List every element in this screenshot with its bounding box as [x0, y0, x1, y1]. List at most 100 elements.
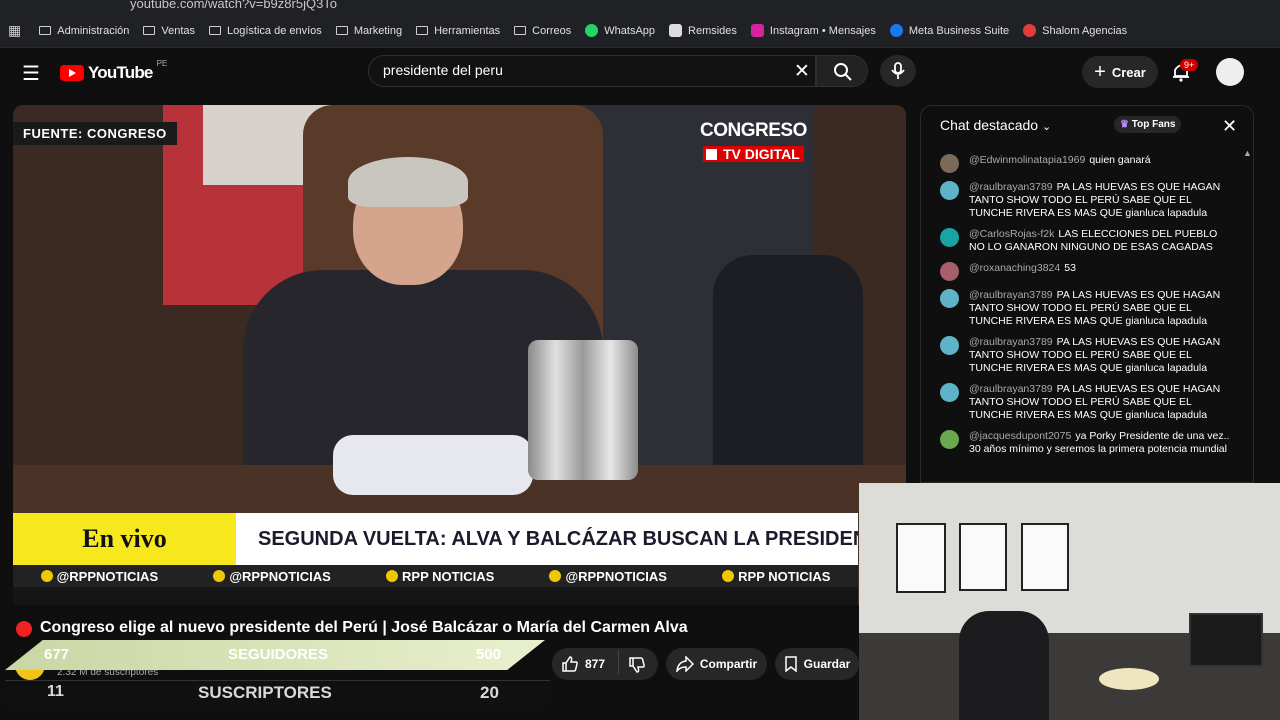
webcam-chair [959, 611, 1049, 720]
chat-avatar [940, 181, 959, 200]
chat-message: @raulbrayan3789 PA LAS HUEVAS ES QUE HAGA… [940, 289, 1230, 328]
webcam-picture-frame [896, 523, 946, 593]
social-handles-bar: @RPPNOTICIAS @RPPNOTICIAS RPP NOTICIAS @… [13, 565, 858, 587]
webcam-picture-frame [1021, 523, 1069, 591]
chat-avatar [940, 228, 959, 247]
chat-scroll-up-icon[interactable]: ▲ [1243, 148, 1252, 158]
clear-search-icon[interactable]: ✕ [794, 60, 810, 83]
chevron-down-icon: ⌄ [1041, 121, 1052, 133]
notification-badge: 9+ [1180, 59, 1199, 71]
chat-avatar [940, 430, 959, 449]
chat-message: @jacquesdupont2075 ya Porky Presidente de… [940, 430, 1230, 456]
subscribers-count: 11 [47, 683, 64, 700]
x-icon [213, 570, 226, 582]
address-bar[interactable]: youtube.com/watch?v=b9z8r5jQ3To [0, 0, 1280, 14]
bookmark-whatsapp[interactable]: WhatsApp [585, 24, 655, 37]
video-bottom-strip [13, 587, 858, 605]
video-ballots [333, 435, 533, 495]
close-chat-icon[interactable]: ✕ [1222, 116, 1237, 137]
webcam-plate [1099, 668, 1159, 690]
bookmark-logistica[interactable]: Logística de envíos [209, 25, 322, 37]
bookmark-instagram[interactable]: Instagram • Mensajes [750, 24, 876, 37]
search-value[interactable]: presidente del peru [383, 62, 503, 78]
chat-mode-selector[interactable]: Chat destacado ⌄ [940, 117, 1051, 133]
bookmark-shalom[interactable]: Shalom Agencias [1023, 24, 1127, 37]
chat-avatar [940, 262, 959, 281]
chat-message: @raulbrayan3789 PA LAS HUEVAS ES QUE HAGA… [940, 383, 1230, 422]
save-button[interactable]: Guardar [775, 648, 859, 680]
subscribers-label: SUSCRIPTORES [198, 683, 332, 702]
subscribers-target: 20 [480, 683, 499, 702]
video-person-hair [348, 157, 468, 207]
bookmark-ventas[interactable]: Ventas [143, 25, 195, 37]
source-label: FUENTE: CONGRESO [13, 122, 177, 145]
tiktok-handle: @RPPNOTICIAS [549, 569, 667, 584]
chat-message: @roxanaching3824 53 [940, 262, 1230, 281]
bookmark-remsides[interactable]: Remsides [669, 24, 737, 37]
url-text[interactable]: youtube.com/watch?v=b9z8r5jQ3To [130, 0, 337, 11]
user-avatar[interactable] [1216, 58, 1244, 86]
like-divider [618, 650, 619, 674]
search-button[interactable] [816, 55, 868, 87]
live-banner: En vivo [13, 513, 236, 565]
top-fans-badge[interactable]: ♛ Top Fans [1114, 116, 1182, 133]
live-indicator-icon [16, 621, 32, 637]
chat-message: @CarlosRojas-f2k LAS ELECCIONES DEL PUEBL… [940, 228, 1230, 254]
bookmark-icon [784, 656, 797, 672]
apps-grid-icon[interactable]: ▦ [8, 22, 21, 39]
video-title: Congreso elige al nuevo presidente del P… [40, 619, 688, 636]
tiktok-icon [549, 570, 562, 582]
like-icon[interactable] [561, 655, 579, 673]
webcam-picture-frame [959, 523, 1007, 591]
share-icon [675, 656, 694, 672]
facebook-handle: RPP NOTICIAS [386, 569, 494, 584]
instagram-icon [750, 24, 764, 37]
followers-label: SEGUIDORES [228, 646, 329, 663]
bookmark-administracion[interactable]: Administración [39, 25, 129, 37]
x-handle: @RPPNOTICIAS [213, 569, 331, 584]
plus-icon: + [1094, 60, 1106, 83]
video-silver-urn [528, 340, 638, 480]
like-count: 877 [585, 657, 606, 671]
bookmark-marketing[interactable]: Marketing [335, 25, 402, 37]
followers-count: 677 [44, 646, 70, 663]
shalom-icon [1023, 24, 1037, 37]
instagram-handle: @RPPNOTICIAS [40, 569, 158, 584]
folder-icon [335, 26, 348, 35]
voice-search-button[interactable] [880, 55, 916, 87]
chat-avatar [940, 154, 959, 173]
chat-message: @Edwinmolinatapia1969 quien ganará [940, 154, 1230, 173]
news-headline: SEGUNDA VUELTA: ALVA Y BALCÁZAR BUSCAN L… [236, 513, 858, 565]
chat-avatar [940, 289, 959, 308]
folder-icon [39, 26, 52, 35]
chat-avatar [940, 336, 959, 355]
chat-message: @raulbrayan3789 PA LAS HUEVAS ES QUE HAGA… [940, 336, 1230, 375]
chat-message: @raulbrayan3789 PA LAS HUEVAS ES QUE HAGA… [940, 181, 1230, 220]
share-button[interactable]: Compartir [666, 648, 767, 680]
chat-message-list: @Edwinmolinatapia1969 quien ganará @raulb… [940, 154, 1230, 464]
chat-avatar [940, 383, 959, 402]
youtube-icon [722, 570, 735, 582]
bookmark-herramientas[interactable]: Herramientas [416, 25, 500, 37]
tv-digital-label: TV DIGITAL [703, 146, 804, 162]
youtube-logo[interactable]: YouTube PE [60, 59, 167, 83]
youtube-play-icon [60, 65, 84, 81]
dislike-icon[interactable] [628, 656, 646, 674]
tv-icon [706, 149, 717, 160]
folder-icon [514, 26, 527, 35]
folder-icon [416, 26, 429, 35]
facebook-icon [386, 570, 399, 582]
crown-icon: ♛ [1120, 119, 1129, 130]
followers-target: 500 [476, 646, 502, 663]
remsides-icon [669, 24, 683, 37]
whatsapp-icon [585, 24, 599, 37]
search-icon [834, 63, 852, 81]
bookmarks-bar: ▦ Administración Ventas Logística de env… [0, 14, 1280, 48]
bookmark-meta[interactable]: Meta Business Suite [889, 24, 1009, 37]
menu-icon[interactable]: ☰ [22, 61, 40, 86]
youtube-handle: RPP NOTICIAS [722, 569, 830, 584]
webcam-overlay [859, 483, 1280, 720]
create-button[interactable]: + Crear [1082, 56, 1158, 88]
microphone-icon [891, 62, 905, 79]
bookmark-correos[interactable]: Correos [514, 25, 571, 37]
